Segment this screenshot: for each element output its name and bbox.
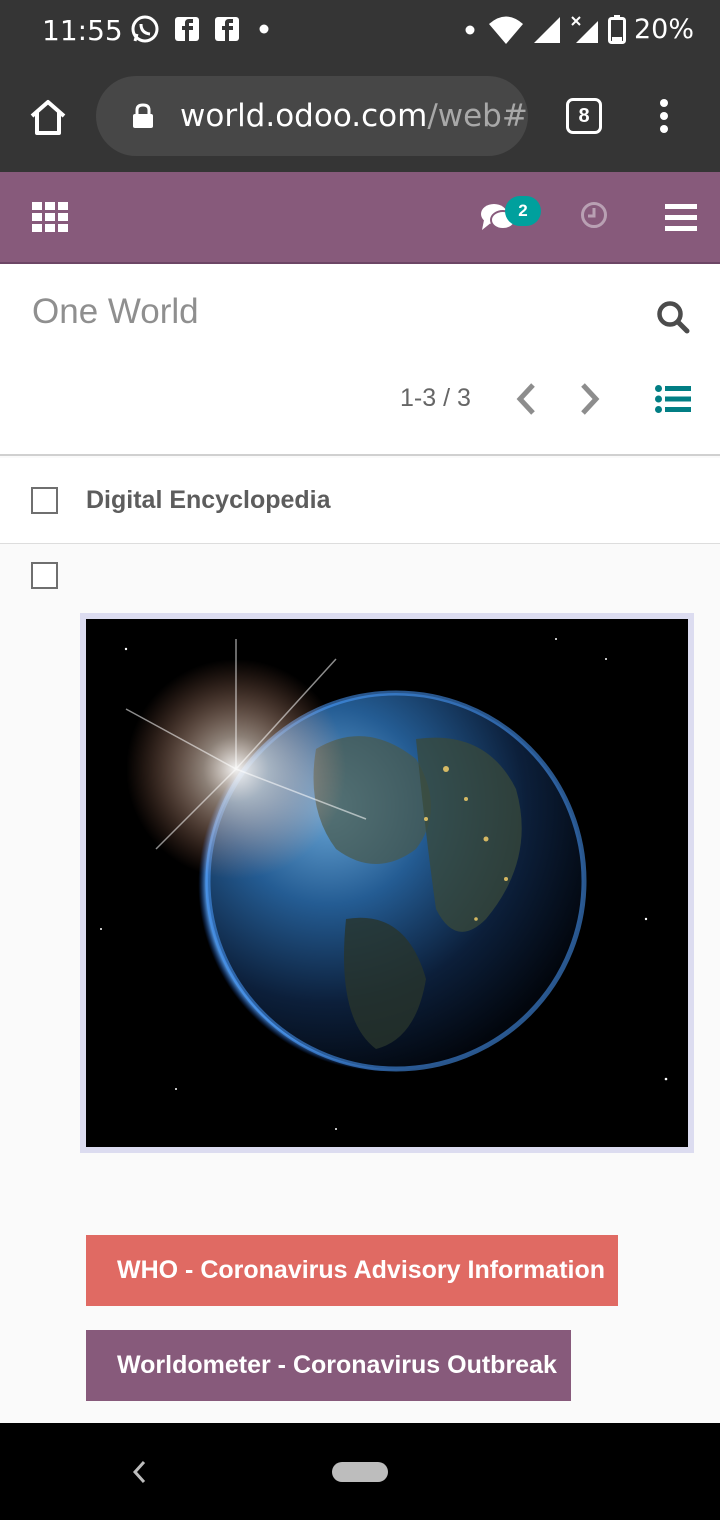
earth-illustration — [86, 619, 688, 1147]
back-icon[interactable] — [130, 1459, 148, 1485]
home-pill-button[interactable] — [332, 1462, 388, 1482]
url-domain: world.odoo.com — [180, 98, 428, 134]
earth-image — [80, 613, 694, 1153]
tab-switcher-button[interactable]: 8 — [566, 98, 602, 134]
wifi-icon — [488, 16, 523, 44]
more-options-icon[interactable] — [654, 98, 674, 134]
battery-icon — [607, 14, 626, 44]
system-icons: 20% — [460, 14, 694, 45]
list-view-icon[interactable] — [655, 385, 691, 413]
url-path: /web#a — [427, 98, 528, 134]
hamburger-menu-icon[interactable] — [665, 204, 697, 232]
app-grid-icon[interactable] — [32, 202, 68, 232]
chevron-left-icon[interactable] — [514, 382, 538, 416]
pager-value[interactable]: 1-3 / 3 — [400, 384, 471, 413]
odoo-navbar — [0, 172, 720, 264]
list-header: Digital Encyclopedia — [0, 458, 720, 544]
dot-icon — [259, 24, 269, 34]
address-bar[interactable]: world.odoo.com/web#a — [96, 76, 528, 156]
browser-toolbar: world.odoo.com/web#a 8 — [0, 62, 720, 172]
signal-x-icon — [571, 15, 598, 43]
notification-icons — [130, 14, 274, 44]
signal-icon — [533, 16, 560, 43]
system-navigation-bar — [0, 1423, 720, 1520]
control-panel: One World 1-3 / 3 — [0, 264, 720, 456]
facebook-icon — [215, 17, 239, 41]
dot-icon — [465, 25, 475, 34]
breadcrumb: One World — [32, 292, 199, 331]
column-header[interactable]: Digital Encyclopedia — [86, 486, 331, 515]
status-time: 11:55 — [42, 14, 123, 47]
chat-badge: 2 — [505, 196, 541, 226]
who-advisory-button[interactable]: WHO - Coronavirus Advisory Information — [86, 1235, 618, 1306]
home-icon[interactable] — [28, 98, 68, 136]
lock-icon — [133, 103, 153, 128]
search-icon[interactable] — [656, 300, 690, 334]
list-row: WHO - Coronavirus Advisory Information W… — [0, 545, 720, 1423]
chevron-right-icon[interactable] — [578, 382, 602, 416]
row-checkbox[interactable] — [31, 562, 58, 589]
status-bar: 11:55 20% — [0, 0, 720, 62]
worldometer-button[interactable]: Worldometer - Coronavirus Outbreak — [86, 1330, 571, 1401]
url-text: world.odoo.com/web#a — [180, 98, 528, 134]
select-all-checkbox[interactable] — [31, 487, 58, 514]
battery-level: 20% — [633, 14, 694, 45]
facebook-icon — [175, 17, 199, 41]
whatsapp-icon — [131, 15, 159, 43]
activity-clock-icon[interactable] — [580, 201, 608, 229]
